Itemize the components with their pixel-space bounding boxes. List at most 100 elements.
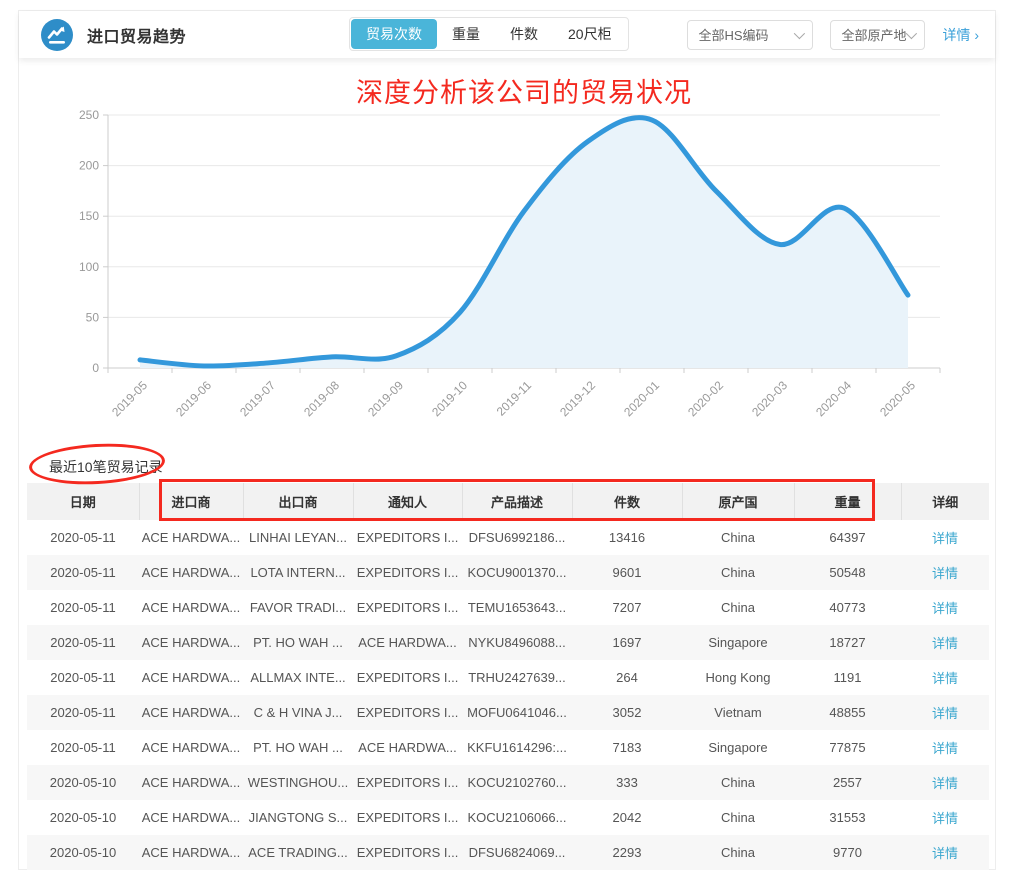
cell-weight: 77875 bbox=[794, 730, 901, 765]
table-row: 2020-05-11ACE HARDWA...C & H VINA J...EX… bbox=[27, 695, 989, 730]
tab-weight[interactable]: 重量 bbox=[437, 19, 495, 49]
column-header-product-desc: 产品描述 bbox=[462, 483, 572, 520]
cell-date: 2020-05-10 bbox=[27, 765, 139, 800]
table-row: 2020-05-11ACE HARDWA...LOTA INTERN...EXP… bbox=[27, 555, 989, 590]
header-detail-link[interactable]: 详情 › bbox=[942, 25, 979, 45]
cell-origin-country: China bbox=[682, 835, 794, 870]
table-body: 2020-05-11ACE HARDWA...LINHAI LEYAN...EX… bbox=[27, 520, 989, 870]
cell-origin-country: China bbox=[682, 765, 794, 800]
cell-exporter: FAVOR TRADI... bbox=[243, 590, 353, 625]
cell-notify-party: EXPEDITORS I... bbox=[353, 695, 462, 730]
cell-detail: 详情 bbox=[901, 695, 989, 730]
y-axis-tick-label: 150 bbox=[79, 209, 99, 223]
x-axis-tick-label: 2019-07 bbox=[237, 378, 278, 419]
cell-notify-party: EXPEDITORS I... bbox=[353, 800, 462, 835]
trend-chart: 0501001502002502019-052019-062019-072019… bbox=[19, 59, 995, 439]
cell-origin-country: Hong Kong bbox=[682, 660, 794, 695]
cell-date: 2020-05-11 bbox=[27, 590, 139, 625]
cell-importer: ACE HARDWA... bbox=[139, 835, 243, 870]
cell-notify-party: ACE HARDWA... bbox=[353, 730, 462, 765]
cell-weight: 1191 bbox=[794, 660, 901, 695]
tab-quantity[interactable]: 件数 bbox=[495, 19, 553, 49]
cell-product-desc: TRHU2427639... bbox=[462, 660, 572, 695]
cell-importer: ACE HARDWA... bbox=[139, 695, 243, 730]
row-detail-link[interactable]: 详情 bbox=[932, 846, 958, 861]
x-axis-tick-label: 2019-09 bbox=[365, 378, 406, 419]
header-filters: 全部HS编码 全部原产地 详情 › bbox=[687, 20, 979, 50]
cell-notify-party: EXPEDITORS I... bbox=[353, 555, 462, 590]
cell-product-desc: TEMU1653643... bbox=[462, 590, 572, 625]
table-row: 2020-05-10ACE HARDWA...JIANGTONG S...EXP… bbox=[27, 800, 989, 835]
row-detail-link[interactable]: 详情 bbox=[932, 811, 958, 826]
chevron-down-icon bbox=[906, 27, 917, 38]
x-axis-tick-label: 2019-10 bbox=[429, 378, 470, 419]
cell-weight: 18727 bbox=[794, 625, 901, 660]
y-axis-tick-label: 200 bbox=[79, 159, 99, 173]
hs-code-dropdown[interactable]: 全部HS编码 bbox=[687, 20, 813, 50]
cell-exporter: WESTINGHOU... bbox=[243, 765, 353, 800]
table-row: 2020-05-10ACE HARDWA...ACE TRADING...EXP… bbox=[27, 835, 989, 870]
cell-quantity: 1697 bbox=[572, 625, 682, 660]
cell-product-desc: MOFU0641046... bbox=[462, 695, 572, 730]
cell-date: 2020-05-11 bbox=[27, 555, 139, 590]
hs-code-dropdown-value: 全部HS编码 bbox=[698, 25, 768, 44]
row-detail-link[interactable]: 详情 bbox=[932, 706, 958, 721]
cell-importer: ACE HARDWA... bbox=[139, 660, 243, 695]
row-detail-link[interactable]: 详情 bbox=[932, 601, 958, 616]
row-detail-link[interactable]: 详情 bbox=[932, 776, 958, 791]
cell-detail: 详情 bbox=[901, 765, 989, 800]
row-detail-link[interactable]: 详情 bbox=[932, 671, 958, 686]
tab-trade-count[interactable]: 贸易次数 bbox=[351, 19, 437, 49]
cell-importer: ACE HARDWA... bbox=[139, 765, 243, 800]
row-detail-link[interactable]: 详情 bbox=[932, 531, 958, 546]
column-header-date: 日期 bbox=[27, 483, 139, 520]
cell-detail: 详情 bbox=[901, 835, 989, 870]
cell-detail: 详情 bbox=[901, 625, 989, 660]
cell-detail: 详情 bbox=[901, 800, 989, 835]
cell-product-desc: KOCU9001370... bbox=[462, 555, 572, 590]
x-axis-tick-label: 2020-03 bbox=[749, 378, 790, 419]
metric-tab-group: 贸易次数 重量 件数 20尺柜 bbox=[349, 17, 629, 51]
cell-notify-party: EXPEDITORS I... bbox=[353, 660, 462, 695]
records-section-title: 最近10笔贸易记录 bbox=[49, 457, 163, 477]
cell-notify-party: EXPEDITORS I... bbox=[353, 835, 462, 870]
table-row: 2020-05-11ACE HARDWA...LINHAI LEYAN...EX… bbox=[27, 520, 989, 555]
row-detail-link[interactable]: 详情 bbox=[932, 566, 958, 581]
cell-weight: 2557 bbox=[794, 765, 901, 800]
x-axis-tick-label: 2019-06 bbox=[173, 378, 214, 419]
cell-detail: 详情 bbox=[901, 590, 989, 625]
origin-dropdown[interactable]: 全部原产地 bbox=[830, 20, 925, 50]
x-axis-tick-label: 2020-01 bbox=[621, 378, 662, 419]
table-header-row: 日期进口商出口商通知人产品描述件数原产国重量详细 bbox=[27, 483, 989, 520]
column-header-detail: 详细 bbox=[901, 483, 989, 520]
table-row: 2020-05-11ACE HARDWA...PT. HO WAH ...ACE… bbox=[27, 730, 989, 765]
cell-quantity: 7183 bbox=[572, 730, 682, 765]
cell-notify-party: EXPEDITORS I... bbox=[353, 765, 462, 800]
cell-detail: 详情 bbox=[901, 555, 989, 590]
cell-exporter: PT. HO WAH ... bbox=[243, 625, 353, 660]
x-axis-tick-label: 2020-05 bbox=[877, 378, 918, 419]
trend-chart-icon bbox=[41, 19, 73, 51]
cell-weight: 48855 bbox=[794, 695, 901, 730]
column-header-quantity: 件数 bbox=[572, 483, 682, 520]
cell-importer: ACE HARDWA... bbox=[139, 555, 243, 590]
cell-detail: 详情 bbox=[901, 730, 989, 765]
cell-origin-country: China bbox=[682, 520, 794, 555]
table-row: 2020-05-10ACE HARDWA...WESTINGHOU...EXPE… bbox=[27, 765, 989, 800]
cell-product-desc: DFSU6824069... bbox=[462, 835, 572, 870]
tab-20ft-container[interactable]: 20尺柜 bbox=[553, 19, 627, 49]
cell-product-desc: NYKU8496088... bbox=[462, 625, 572, 660]
cell-origin-country: Vietnam bbox=[682, 695, 794, 730]
table-row: 2020-05-11ACE HARDWA...ALLMAX INTE...EXP… bbox=[27, 660, 989, 695]
cell-detail: 详情 bbox=[901, 520, 989, 555]
cell-exporter: JIANGTONG S... bbox=[243, 800, 353, 835]
cell-quantity: 3052 bbox=[572, 695, 682, 730]
cell-weight: 50548 bbox=[794, 555, 901, 590]
cell-date: 2020-05-10 bbox=[27, 835, 139, 870]
row-detail-link[interactable]: 详情 bbox=[932, 636, 958, 651]
import-trend-card: 进口贸易趋势 贸易次数 重量 件数 20尺柜 全部HS编码 全部原产地 详情 ›… bbox=[18, 10, 996, 870]
row-detail-link[interactable]: 详情 bbox=[932, 741, 958, 756]
cell-importer: ACE HARDWA... bbox=[139, 520, 243, 555]
x-axis-tick-label: 2019-08 bbox=[301, 378, 342, 419]
cell-exporter: LINHAI LEYAN... bbox=[243, 520, 353, 555]
